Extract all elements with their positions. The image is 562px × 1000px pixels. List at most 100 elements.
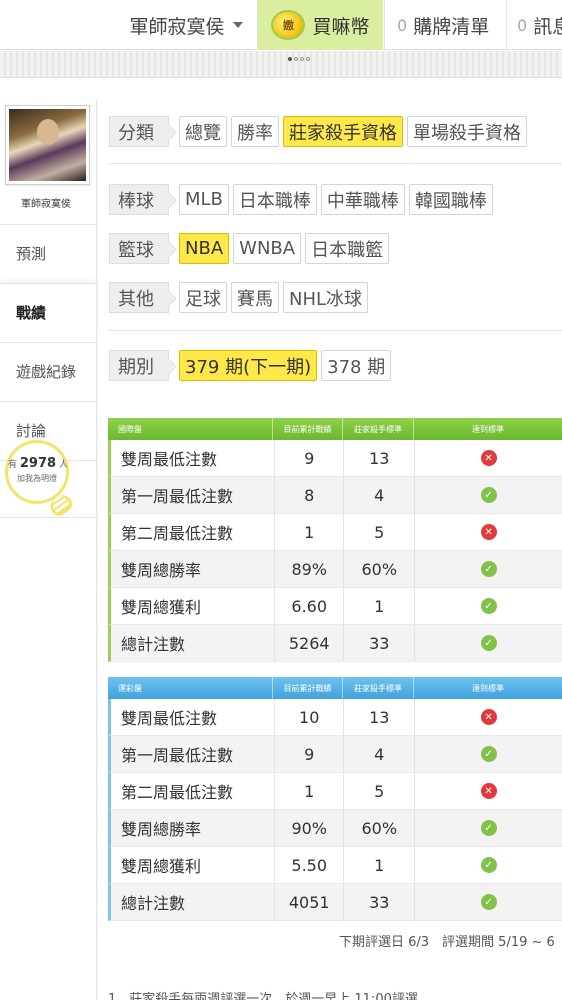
- row-current: 8: [275, 476, 345, 514]
- filter-cpbl[interactable]: 中華職棒: [320, 184, 405, 215]
- international-table: 國際盤 目前累計戰績 莊家殺手標準 達到標準 雙周最低注數 9 13 ✕ 第一周最低注數…: [108, 418, 562, 662]
- user-menu-label: 軍師寂寞侯: [129, 15, 225, 38]
- check-icon: ✓: [480, 820, 497, 836]
- filter-kbo[interactable]: 韓國職棒: [408, 184, 493, 215]
- row-current: 90%: [275, 809, 345, 847]
- table-header: 國際盤 目前累計戰績 莊家殺手標準 達到標準: [108, 418, 562, 440]
- row-status: ✓: [415, 810, 562, 847]
- purchase-list-link[interactable]: 0 購牌清單: [385, 0, 505, 50]
- row-standard: 1: [344, 846, 416, 884]
- row-label: 總計注數: [111, 624, 275, 662]
- carousel-dots[interactable]: [288, 57, 310, 61]
- row-standard: 4: [344, 735, 416, 773]
- row-current: 10: [275, 698, 345, 736]
- other-filter: 其他 足球 賽馬 NHL冰球: [109, 282, 369, 313]
- content-divider: [96, 100, 98, 1000]
- row-status: ✓: [415, 551, 562, 588]
- coin-icon: 嫐: [271, 10, 306, 40]
- table-title: 運彩盤: [108, 677, 273, 699]
- table-row: 第二周最低注數 1 5 ✕: [108, 772, 562, 810]
- row-label: 第一周最低注數: [111, 735, 275, 773]
- sidebar-item-game-log[interactable]: 遊戲紀錄: [0, 342, 97, 400]
- filter-overview[interactable]: 總覽: [179, 116, 227, 147]
- col-standard: 莊家殺手標準: [343, 418, 414, 440]
- carousel-dot[interactable]: [300, 57, 304, 61]
- table-row: 雙周最低注數 9 13 ✕: [108, 439, 562, 477]
- filter-banker-killer[interactable]: 莊家殺手資格: [283, 116, 403, 147]
- messages-link[interactable]: 0 訊息: [507, 0, 562, 50]
- row-label: 第一周最低注數: [111, 476, 275, 514]
- fan-prefix: 有: [8, 460, 18, 470]
- row-label: 雙周總獲利: [111, 846, 275, 884]
- table-row: 第二周最低注數 1 5 ✕: [108, 513, 562, 551]
- col-met: 達到標準: [472, 683, 504, 693]
- avatar-image: [9, 109, 86, 181]
- carousel-dot[interactable]: [306, 57, 310, 61]
- filter-single-killer[interactable]: 單場殺手資格: [407, 116, 527, 147]
- check-icon: ✓: [480, 635, 497, 651]
- sidebar-item-predict[interactable]: 預測: [0, 224, 97, 282]
- row-status: ✕: [415, 773, 562, 810]
- carousel-dot[interactable]: [294, 57, 298, 61]
- table-row: 雙周總獲利 6.60 1 ✓: [108, 587, 562, 625]
- fan-suffix: 人: [58, 460, 68, 470]
- avatar[interactable]: [5, 105, 90, 185]
- check-icon: ✓: [480, 746, 497, 762]
- row-standard: 60%: [344, 809, 416, 847]
- table-row: 雙周總獲利 5.50 1 ✓: [108, 846, 562, 884]
- filter-mlb[interactable]: MLB: [179, 184, 229, 215]
- table-row: 雙周總勝率 89% 60% ✓: [108, 550, 562, 588]
- buy-coins-label: 買嘛幣: [312, 15, 370, 38]
- coin-glyph: 嫐: [282, 19, 294, 32]
- buy-coins-button[interactable]: 嫐 買嘛幣: [258, 0, 383, 50]
- filter-jbl[interactable]: 日本職籃: [305, 233, 390, 264]
- lottery-table: 運彩盤 目前累計戰績 莊家殺手標準 達到標準 雙周最低注數 10 13 ✕ 第一周最低注…: [108, 677, 562, 921]
- table-row: 總計注數 4051 33 ✓: [108, 883, 562, 921]
- top-nav: 軍師寂寞侯 嫐 買嘛幣 0 購牌清單 0 訊息: [0, 0, 562, 50]
- table-row: 雙周總勝率 90% 60% ✓: [108, 809, 562, 847]
- period-label: 期別: [109, 350, 169, 381]
- cross-icon: ✕: [480, 524, 497, 540]
- row-standard: 60%: [344, 550, 416, 588]
- row-standard: 5: [344, 772, 416, 810]
- row-standard: 33: [344, 883, 416, 921]
- filter-horse-racing[interactable]: 賽馬: [231, 282, 279, 313]
- period-filter: 期別 379 期(下一期) 378 期: [109, 350, 392, 381]
- banner-strip: [0, 51, 562, 78]
- period-378[interactable]: 378 期: [321, 350, 392, 381]
- table-row: 總計注數 5264 33 ✓: [108, 624, 562, 662]
- row-label: 總計注數: [111, 883, 275, 921]
- baseball-filter: 棒球 MLB 日本職棒 中華職棒 韓國職棒: [109, 184, 493, 215]
- row-label: 雙周總獲利: [111, 587, 275, 625]
- check-icon: ✓: [480, 857, 497, 873]
- rule-text: 1．莊家殺手每兩週評選一次，於週一早上 11:00評選: [108, 992, 418, 1000]
- row-standard: 4: [344, 476, 416, 514]
- row-current: 5.50: [275, 846, 345, 884]
- row-status: ✓: [415, 736, 562, 773]
- row-current: 6.60: [275, 587, 345, 625]
- row-status: ✕: [415, 699, 562, 736]
- filter-wnba[interactable]: WNBA: [233, 233, 302, 264]
- row-status: ✕: [415, 514, 562, 551]
- fan-caption: 加我為明燈: [17, 474, 57, 483]
- user-menu[interactable]: 軍師寂寞侯: [116, 0, 256, 50]
- evaluation-note: 下期評選日 6/3 評選期間 5/19 ~ 6: [339, 935, 555, 950]
- carousel-dot[interactable]: [288, 57, 292, 61]
- row-label: 雙周最低注數: [111, 698, 275, 736]
- cross-icon: ✕: [480, 450, 497, 466]
- check-icon: ✓: [480, 561, 497, 577]
- row-label: 第二周最低注數: [111, 772, 275, 810]
- filter-soccer[interactable]: 足球: [179, 282, 227, 313]
- row-current: 1: [275, 513, 345, 551]
- sidebar-item-record[interactable]: 戰績: [0, 283, 97, 341]
- row-standard: 1: [344, 587, 416, 625]
- filter-nba[interactable]: NBA: [179, 233, 230, 264]
- col-met: 達到標準: [472, 424, 504, 434]
- row-current: 9: [275, 735, 345, 773]
- row-label: 第二周最低注數: [111, 513, 275, 551]
- filter-npb[interactable]: 日本職棒: [232, 184, 317, 215]
- fan-count-line: 有 2978 人: [8, 456, 68, 471]
- filter-winrate[interactable]: 勝率: [231, 116, 279, 147]
- filter-nhl[interactable]: NHL冰球: [283, 282, 369, 313]
- period-379[interactable]: 379 期(下一期): [179, 350, 318, 381]
